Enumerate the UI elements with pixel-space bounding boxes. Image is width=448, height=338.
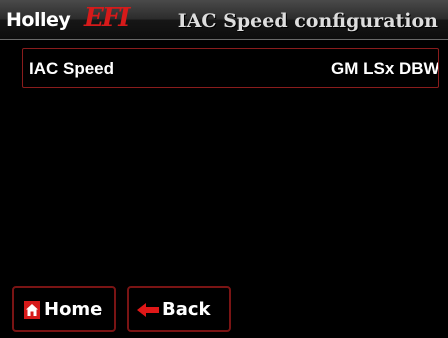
setting-row-iac-speed[interactable]: IAC Speed GM LSx DBW (22, 48, 439, 88)
page-title: IAC Speed configuration (177, 10, 438, 32)
home-icon (24, 301, 40, 319)
home-button-label: Home (44, 299, 103, 320)
setting-label: IAC Speed (29, 59, 115, 78)
back-arrow-icon (137, 303, 159, 317)
home-button[interactable]: Home (12, 286, 116, 332)
logo-holley-text: Holley (6, 9, 71, 31)
back-button[interactable]: Back (127, 286, 231, 332)
holley-efi-logo: Holley EFI (6, 3, 136, 33)
back-button-label: Back (162, 299, 211, 320)
header-bar: Holley EFI IAC Speed configuration (0, 0, 448, 40)
setting-value: GM LSx DBW (331, 59, 439, 78)
logo-efi-text: EFI (84, 3, 130, 33)
